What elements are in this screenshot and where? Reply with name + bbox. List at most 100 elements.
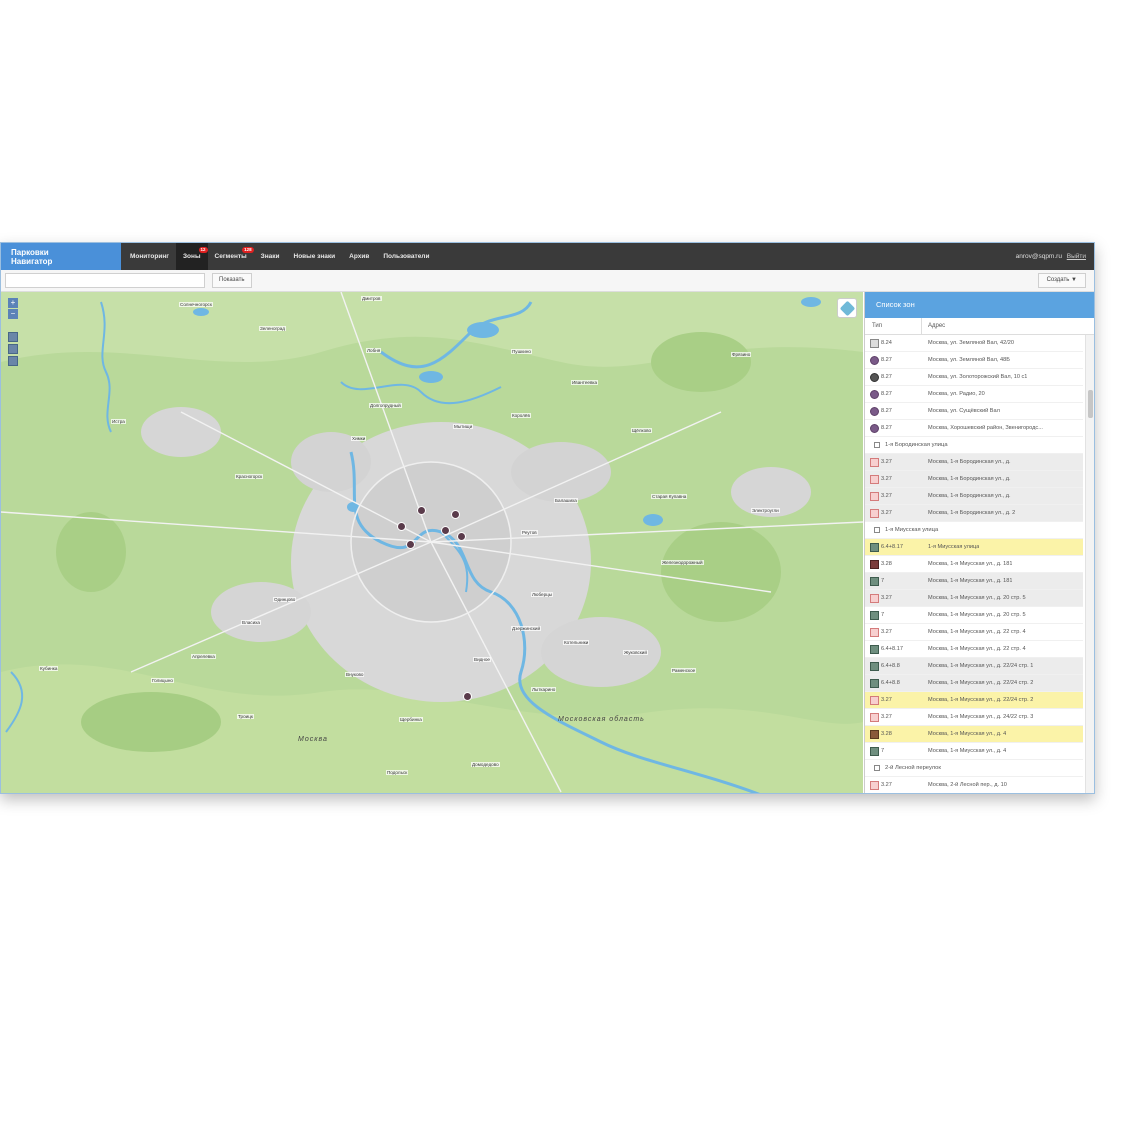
expand-icon[interactable]: [874, 527, 880, 533]
zone-row[interactable]: 3.27 Москва, 1-я Миусская ул., д. 22 стр.…: [865, 624, 1083, 641]
zone-row[interactable]: 3.28 Москва, 1-я Миусская ул., д. 4: [865, 726, 1083, 743]
top-navbar: Парковки Навигатор Мониторинг Зоны 12 Сегме…: [1, 243, 1094, 270]
nav-item[interactable]: Мониторинг: [123, 243, 176, 270]
zone-address-cell: Москва, 1-я Миусская ул., д. 20 стр. 5: [928, 612, 1026, 618]
draw-tool-icon[interactable]: [8, 344, 18, 354]
zone-row[interactable]: 3.27 Москва, 1-я Миусская ул., д. 20 стр.…: [865, 590, 1083, 607]
nav-item[interactable]: Зоны 12: [175, 243, 208, 270]
zone-marker[interactable]: [441, 526, 450, 535]
zone-row[interactable]: 6.4+8.17 1-я Миусская улица: [865, 539, 1083, 556]
zone-address-cell: Москва, 1-я Миусская ул., д. 181: [928, 578, 1013, 584]
zone-list-scrollbar[interactable]: [1085, 335, 1094, 793]
zone-marker[interactable]: [457, 532, 466, 541]
zone-address-cell: Москва, 1-я Миусская ул., д. 22/24 стр. …: [928, 680, 1034, 686]
map-place-label: Щербинка: [399, 717, 423, 722]
select-tool-icon[interactable]: [8, 356, 18, 366]
show-button[interactable]: Показать: [212, 273, 252, 288]
road-sign-icon: [870, 423, 879, 433]
zone-type-cell: 8.27: [865, 406, 922, 416]
group-label: 2-й Лесной переулок: [885, 765, 941, 771]
zone-group-header[interactable]: 1-я Миусская улица: [865, 522, 1083, 539]
zone-group-header[interactable]: 2-й Лесной переулок: [865, 760, 1083, 777]
zone-marker[interactable]: [417, 506, 426, 515]
col-type-header[interactable]: Тип: [865, 318, 922, 334]
zone-row[interactable]: 8.27 Москва, ул. Сущёвский Вал: [865, 403, 1083, 420]
zone-address-cell: Москва, ул. Радио, 20: [928, 391, 985, 397]
zone-row[interactable]: 8.27 Москва, ул. Радио, 20: [865, 386, 1083, 403]
map-place-label: Красногорск: [235, 474, 264, 479]
count-badge: 128: [242, 247, 254, 253]
zone-type-cell: 3.27: [865, 508, 922, 518]
zone-row[interactable]: 3.27 Москва, 1-я Бородинская ул., д. 2: [865, 505, 1083, 522]
zone-address-cell: Москва, 1-я Миусская ул., д. 24/22 стр. …: [928, 714, 1034, 720]
zone-row[interactable]: 8.24 Москва, ул. Земляной Вал, 42/20: [865, 335, 1083, 352]
map-place-label: Балашиха: [554, 498, 578, 503]
map-layers-button[interactable]: [837, 298, 857, 318]
zone-address-cell: Москва, 1-я Бородинская ул., д.: [928, 459, 1011, 465]
scrollbar-thumb[interactable]: [1088, 390, 1093, 418]
nav-item[interactable]: Новые знаки: [287, 243, 343, 270]
zone-marker[interactable]: [406, 540, 415, 549]
nav-item[interactable]: Архив: [342, 243, 376, 270]
zone-type-cell: 6.4+8.17: [865, 542, 922, 552]
expand-icon[interactable]: [874, 765, 880, 771]
nav-item[interactable]: Сегменты 128: [208, 243, 254, 270]
map-place-label: Раменское: [671, 668, 697, 673]
zone-row[interactable]: 3.27 Москва, 1-я Миусская ул., д. 24/22 с…: [865, 709, 1083, 726]
zone-row[interactable]: 3.27 Москва, 1-я Бородинская ул., д.: [865, 454, 1083, 471]
nav-item-label: Сегменты: [214, 253, 247, 260]
search-input[interactable]: [5, 273, 205, 288]
expand-icon[interactable]: [874, 442, 880, 448]
zone-row[interactable]: 3.27 Москва, 1-я Бородинская ул., д.: [865, 471, 1083, 488]
map-view[interactable]: Дмитров Солнечногорск Зеленоград Пушкино…: [1, 292, 863, 793]
nav-item-label: Пользователи: [383, 253, 430, 260]
map-place-label: Зеленоград: [259, 326, 286, 331]
zone-row[interactable]: 6.4+8.8 Москва, 1-я Миусская ул., д. 22/2…: [865, 675, 1083, 692]
zone-group-header[interactable]: 1-я Бородинская улица: [865, 437, 1083, 454]
nav-item[interactable]: Знаки: [254, 243, 287, 270]
zone-type-text: 3.27: [881, 459, 892, 465]
zone-address-cell: Москва, 1-я Миусская ул., д. 4: [928, 748, 1007, 754]
zone-address-cell: Москва, Хорошевский район, Звенигородс..…: [928, 425, 1043, 431]
zone-type-cell: 3.28: [865, 559, 922, 569]
zone-type-cell: 3.27: [865, 627, 922, 637]
zone-row[interactable]: 7 Москва, 1-я Миусская ул., д. 181: [865, 573, 1083, 590]
map-place-label: Железнодорожный: [661, 560, 704, 565]
zone-row[interactable]: 3.27 Москва, 1-я Миусская ул., д. 22/24 с…: [865, 692, 1083, 709]
zone-type-text: 3.27: [881, 629, 892, 635]
zone-row[interactable]: 7 Москва, 1-я Миусская ул., д. 20 стр. 5: [865, 607, 1083, 624]
zone-row[interactable]: 6.4+8.17 Москва, 1-я Миусская ул., д. 22 …: [865, 641, 1083, 658]
app-window: Парковки Навигатор Мониторинг Зоны 12 Сегме…: [0, 242, 1095, 794]
map-place-label: Пушкино: [511, 349, 532, 354]
zone-row[interactable]: 3.27 Москва, 1-я Бородинская ул., д.: [865, 488, 1083, 505]
zone-table-body: 8.24 Москва, ул. Земляной Вал, 42/20 8.27 М…: [865, 335, 1083, 793]
zone-type-cell: 3.27: [865, 780, 922, 790]
zone-marker[interactable]: [397, 522, 406, 531]
brand-line-2: Навигатор: [11, 257, 53, 266]
layer-tool-icon[interactable]: [8, 332, 18, 342]
zone-type-text: 3.27: [881, 714, 892, 720]
nav-item[interactable]: Пользователи: [376, 243, 436, 270]
zoom-out-button[interactable]: −: [8, 309, 18, 319]
zone-row[interactable]: 6.4+8.8 Москва, 1-я Миусская ул., д. 22/2…: [865, 658, 1083, 675]
zone-list-panel: Список зон Тип Адрес 8.24 Москва, ул. Зем…: [864, 292, 1094, 793]
zone-row[interactable]: 3.28 Москва, 1-я Миусская ул., д. 181: [865, 556, 1083, 573]
zoom-in-button[interactable]: +: [8, 298, 18, 308]
zone-marker[interactable]: [463, 692, 472, 701]
zone-row[interactable]: 7 Москва, 1-я Миусская ул., д. 4: [865, 743, 1083, 760]
zone-row[interactable]: 3.27 Москва, 2-й Лесной пер., д. 10: [865, 777, 1083, 793]
zone-row[interactable]: 8.27 Москва, Хорошевский район, Звенигоро…: [865, 420, 1083, 437]
zone-type-cell: 8.24: [865, 338, 922, 348]
main-nav: Мониторинг Зоны 12 Сегменты 128 Знаки Новые зн…: [123, 243, 436, 270]
create-button[interactable]: Создать ▼: [1037, 273, 1086, 288]
zone-type-text: 7: [881, 748, 885, 754]
map-place-label: Солнечногорск: [179, 302, 213, 307]
zone-row[interactable]: 8.27 Москва, ул. Земляной Вал, 48Б: [865, 352, 1083, 369]
road-sign-icon: [870, 627, 879, 637]
logout-link[interactable]: Выйти: [1067, 253, 1086, 260]
zone-address-cell: Москва, ул. Золоторожский Вал, 10 с1: [928, 374, 1028, 380]
brand-logo[interactable]: Парковки Навигатор: [1, 243, 121, 270]
zone-marker[interactable]: [451, 510, 460, 519]
col-address-header[interactable]: Адрес: [922, 318, 945, 334]
zone-row[interactable]: 8.27 Москва, ул. Золоторожский Вал, 10 с1: [865, 369, 1083, 386]
